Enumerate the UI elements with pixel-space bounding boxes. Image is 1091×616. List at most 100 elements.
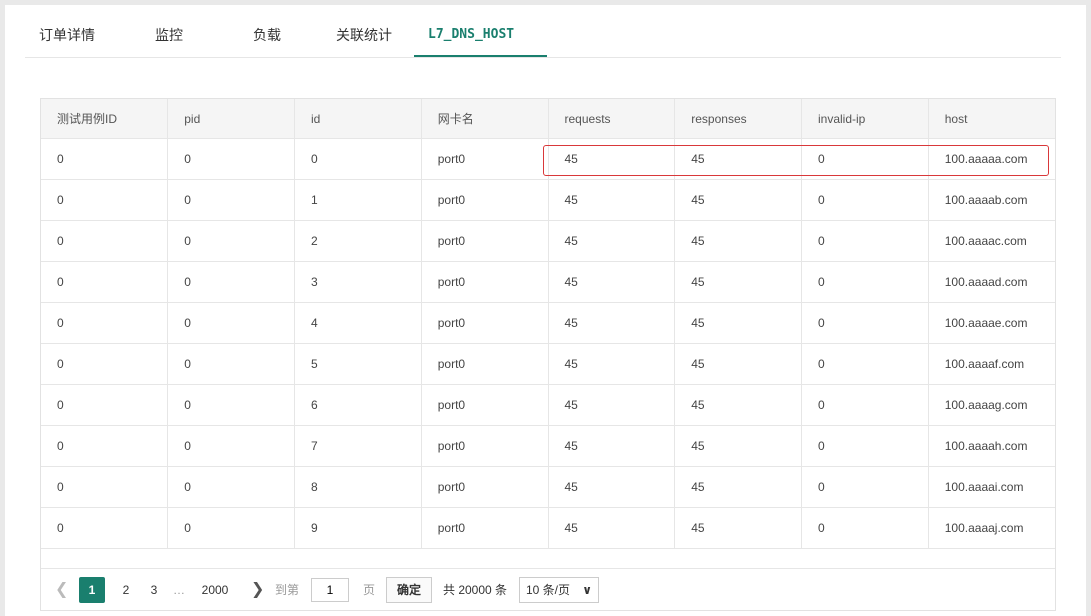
table-cell: 0 bbox=[167, 179, 295, 221]
page-button-1[interactable]: 1 bbox=[79, 577, 105, 603]
table-cell: 0 bbox=[801, 425, 929, 467]
table-cell: 45 bbox=[548, 384, 676, 426]
page-button-2[interactable]: 2 bbox=[113, 577, 139, 603]
table-cell: 0 bbox=[801, 343, 929, 385]
column-header: host bbox=[928, 99, 1055, 139]
table-row: 0 0 7 port0 45 45 0 100.aaaah.com bbox=[41, 425, 1055, 467]
goto-page-input[interactable] bbox=[311, 578, 349, 602]
table-row: 0 0 9 port0 45 45 0 100.aaaaj.com bbox=[41, 507, 1055, 549]
table-cell: 0 bbox=[294, 138, 422, 180]
table-cell: 45 bbox=[674, 261, 802, 303]
table-cell: 45 bbox=[548, 466, 676, 508]
table-cell: 0 bbox=[41, 384, 169, 426]
pagination: ❮ 1 2 3 … 2000 ❯ 到第 页 确定 共 20000 条 10 条/… bbox=[41, 568, 1055, 610]
table-cell: 0 bbox=[801, 466, 929, 508]
tab-order-details[interactable]: 订单详情 bbox=[25, 5, 109, 57]
main-card: 订单详情 监控 负载 关联统计 L7_DNS_HOST 测试用例ID pid id 网… bbox=[5, 5, 1086, 616]
tab-l7-dns-host[interactable]: L7_DNS_HOST bbox=[414, 5, 547, 57]
table-cell: 0 bbox=[167, 220, 295, 262]
chevron-right-icon[interactable]: ❯ bbox=[251, 577, 264, 603]
table-cell: 0 bbox=[41, 302, 169, 344]
tab-load[interactable]: 负载 bbox=[239, 5, 295, 57]
table-cell: 0 bbox=[801, 220, 929, 262]
table-cell: 100.aaaac.com bbox=[928, 220, 1055, 262]
table-cell: 45 bbox=[548, 507, 676, 549]
page-button-2000[interactable]: 2000 bbox=[195, 577, 235, 603]
table-cell: 7 bbox=[294, 425, 422, 467]
table-cell: 100.aaaaj.com bbox=[928, 507, 1055, 549]
table-cell: 0 bbox=[801, 179, 929, 221]
table-cell: 100.aaaab.com bbox=[928, 179, 1055, 221]
table-cell: 8 bbox=[294, 466, 422, 508]
column-header: 测试用例ID bbox=[41, 99, 169, 139]
total-count: 共 20000 条 bbox=[443, 583, 508, 597]
table-cell: 0 bbox=[167, 425, 295, 467]
table-cell: 0 bbox=[41, 507, 169, 549]
table-row: 0 0 2 port0 45 45 0 100.aaaac.com bbox=[41, 220, 1055, 262]
table-cell: 45 bbox=[548, 220, 676, 262]
table-cell: 9 bbox=[294, 507, 422, 549]
table-cell: port0 bbox=[421, 384, 549, 426]
tab-bar: 订单详情 监控 负载 关联统计 L7_DNS_HOST bbox=[25, 5, 1061, 58]
table-cell: 4 bbox=[294, 302, 422, 344]
table-cell: 45 bbox=[548, 261, 676, 303]
page-unit-label: 页 bbox=[363, 583, 376, 597]
table-cell: 45 bbox=[548, 302, 676, 344]
table-row: 0 0 8 port0 45 45 0 100.aaaai.com bbox=[41, 466, 1055, 508]
dns-host-table: 测试用例ID pid id 网卡名 requests responses invalid-i… bbox=[40, 98, 1056, 611]
table-cell: 0 bbox=[801, 384, 929, 426]
table-row: 0 0 0 port0 45 45 0 100.aaaaa.com bbox=[41, 138, 1055, 180]
table-cell: 0 bbox=[801, 261, 929, 303]
table-cell: 0 bbox=[801, 302, 929, 344]
table-cell: 100.aaaaa.com bbox=[928, 138, 1055, 180]
table-cell: port0 bbox=[421, 261, 549, 303]
confirm-button[interactable]: 确定 bbox=[386, 577, 432, 603]
chevron-left-icon[interactable]: ❮ bbox=[55, 577, 68, 603]
column-header: id bbox=[294, 99, 422, 139]
goto-label: 到第 bbox=[275, 583, 300, 597]
table-row: 0 0 5 port0 45 45 0 100.aaaaf.com bbox=[41, 343, 1055, 385]
table-cell: 2 bbox=[294, 220, 422, 262]
table-cell: port0 bbox=[421, 302, 549, 344]
table-cell: 45 bbox=[548, 138, 676, 180]
table-cell: 0 bbox=[167, 138, 295, 180]
table-cell: 100.aaaag.com bbox=[928, 384, 1055, 426]
table-row: 0 0 1 port0 45 45 0 100.aaaab.com bbox=[41, 179, 1055, 221]
table-row: 0 0 4 port0 45 45 0 100.aaaae.com bbox=[41, 302, 1055, 344]
table-cell: 0 bbox=[41, 425, 169, 467]
table-cell: 0 bbox=[167, 343, 295, 385]
table-cell: 45 bbox=[674, 466, 802, 508]
page-button-3[interactable]: 3 bbox=[141, 577, 167, 603]
table-cell: 0 bbox=[801, 138, 929, 180]
table-cell: 0 bbox=[41, 466, 169, 508]
table-cell: port0 bbox=[421, 425, 549, 467]
table-cell: 1 bbox=[294, 179, 422, 221]
table-header-row: 测试用例ID pid id 网卡名 requests responses invalid-i… bbox=[41, 99, 1055, 139]
table-cell: 100.aaaae.com bbox=[928, 302, 1055, 344]
column-header: responses bbox=[674, 99, 802, 139]
table-cell: 45 bbox=[674, 343, 802, 385]
tab-related-stats[interactable]: 关联统计 bbox=[322, 5, 406, 57]
table-cell: 45 bbox=[674, 507, 802, 549]
table-cell: port0 bbox=[421, 343, 549, 385]
table-cell: 0 bbox=[41, 261, 169, 303]
table-cell: 100.aaaai.com bbox=[928, 466, 1055, 508]
chevron-down-icon: ∨ bbox=[582, 583, 592, 597]
table-cell: 45 bbox=[548, 343, 676, 385]
table-cell: 3 bbox=[294, 261, 422, 303]
column-header: 网卡名 bbox=[421, 99, 549, 139]
table-cell: port0 bbox=[421, 466, 549, 508]
tab-monitor[interactable]: 监控 bbox=[141, 5, 197, 57]
table-cell: 45 bbox=[674, 384, 802, 426]
page-size-select[interactable]: 10 条/页 ∨ bbox=[519, 577, 599, 603]
table-cell: 45 bbox=[674, 425, 802, 467]
table-cell: 0 bbox=[801, 507, 929, 549]
table-cell: 0 bbox=[167, 302, 295, 344]
page-size-value: 10 条/页 bbox=[526, 583, 571, 597]
column-header: pid bbox=[167, 99, 295, 139]
column-header: requests bbox=[548, 99, 676, 139]
table-cell: port0 bbox=[421, 220, 549, 262]
table-cell: port0 bbox=[421, 507, 549, 549]
table-cell: 0 bbox=[167, 261, 295, 303]
table-row: 0 0 3 port0 45 45 0 100.aaaad.com bbox=[41, 261, 1055, 303]
